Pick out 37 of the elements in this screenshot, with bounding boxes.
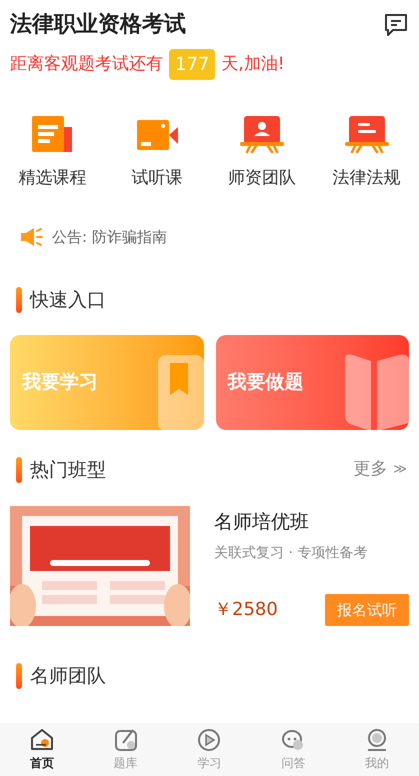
app-title: 法律职业资格考试: [10, 11, 186, 39]
tab-item[interactable]: 首页: [0, 723, 84, 776]
quick-entry-card[interactable]: 我要做题: [216, 334, 409, 430]
message-icon[interactable]: [383, 12, 409, 36]
countdown-text: 距离客观题考试还有: [10, 52, 163, 76]
shortcut-label[interactable]: 试听课: [132, 166, 183, 192]
document-icon: [30, 114, 74, 154]
megaphone-icon: [20, 226, 44, 247]
tab-item[interactable]: 我的: [335, 723, 419, 776]
days-badge: 177: [169, 49, 216, 80]
shortcut-label[interactable]: 精选课程: [18, 166, 86, 192]
section-title: 热门班型: [30, 458, 106, 482]
section-accent-bar: [16, 287, 22, 314]
more-link[interactable]: 更多: [353, 457, 388, 482]
shortcut-label[interactable]: 法律法规: [332, 166, 401, 192]
double-chevron-icon: ≫: [393, 460, 407, 480]
course-subtitle: 关联式复习 · 专项性备考: [214, 544, 368, 562]
section-title: 名师团队: [30, 664, 106, 689]
section-title: 快速入口: [30, 288, 106, 313]
pen-paper-icon: [112, 727, 139, 753]
tab-item[interactable]: 学习: [168, 723, 252, 776]
enroll-button[interactable]: 报名试听: [325, 594, 409, 626]
tab-item[interactable]: 问答: [251, 723, 336, 776]
shortcut-label[interactable]: 师资团队: [228, 166, 296, 192]
easel-board-icon: [344, 114, 389, 154]
bookmark-icon: [158, 354, 204, 430]
countdown-text: 天,加油!: [221, 52, 285, 76]
notice-text[interactable]: 公告: 防诈骗指南: [52, 226, 167, 248]
course-name[interactable]: 名师培优班: [214, 508, 409, 536]
section-accent-bar: [16, 456, 22, 483]
section-accent-bar: [16, 663, 22, 690]
tab-item[interactable]: 题库: [84, 723, 168, 776]
play-icon: [196, 727, 222, 753]
easel-person-icon: [240, 114, 284, 154]
course-price: ￥2580: [214, 598, 278, 622]
home-icon: [28, 727, 55, 753]
open-book-icon: [343, 352, 409, 430]
